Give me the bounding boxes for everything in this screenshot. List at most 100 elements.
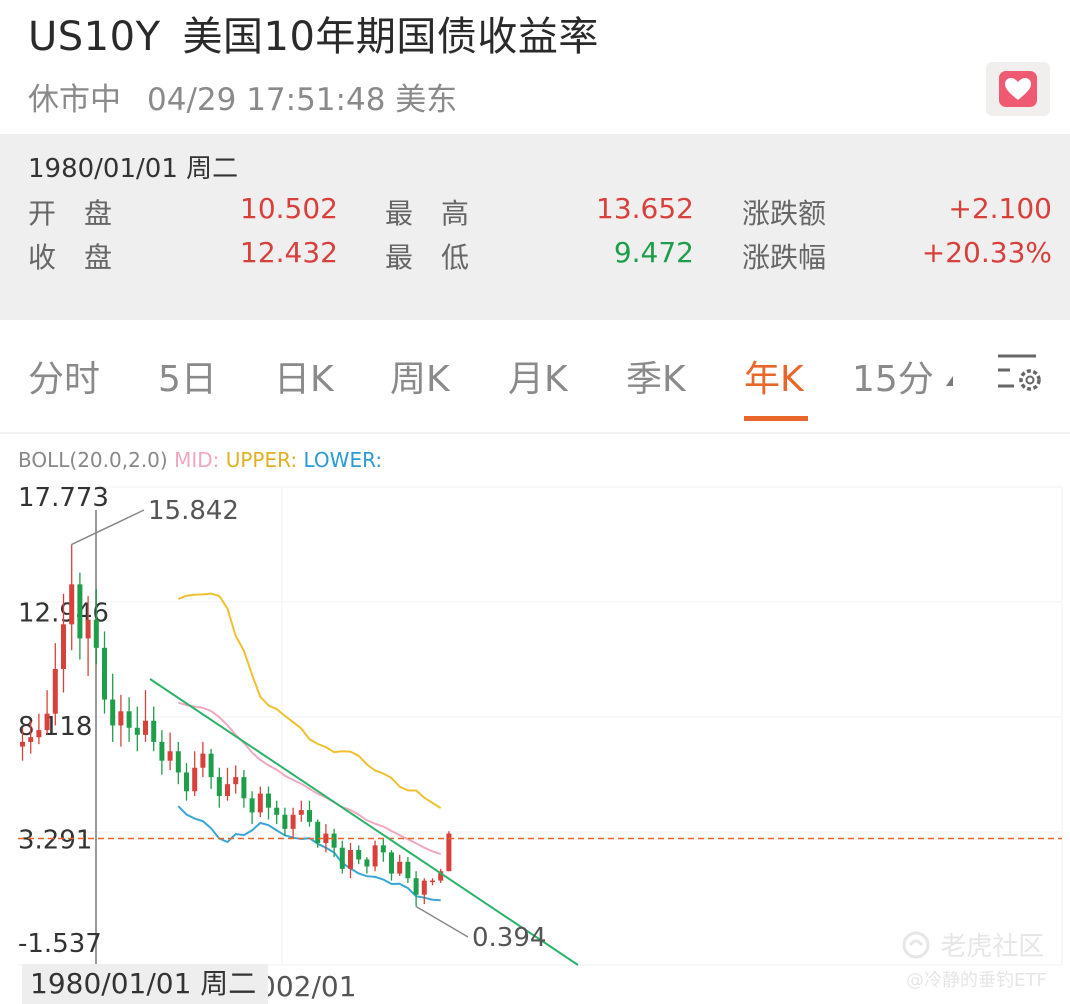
candle: [216, 777, 222, 796]
timestamp: 04/29 17:51:48 美东: [147, 82, 458, 118]
candle: [28, 737, 34, 742]
candle: [430, 880, 435, 883]
candle: [85, 619, 91, 639]
tab-daily-k[interactable]: 日K: [274, 350, 334, 402]
candle: [397, 861, 403, 874]
change-label: 涨跌额: [742, 197, 827, 230]
close-label: 收 盘: [28, 241, 113, 274]
quote-date: 1980/01/01 周二: [28, 154, 239, 184]
tab-quarterly-k[interactable]: 季K: [626, 350, 686, 402]
candle: [69, 584, 75, 625]
candle: [110, 699, 116, 726]
candle: [52, 668, 58, 714]
candle: [184, 772, 189, 792]
market-status: 休市中: [28, 82, 121, 118]
open-label: 开 盘: [28, 197, 113, 230]
tab-weekly-k[interactable]: 周K: [390, 350, 450, 402]
boll-upper-line: [177, 592, 442, 809]
low-value: 9.472: [613, 236, 694, 269]
candle: [315, 821, 321, 843]
watermark-brand: 老虎社区: [902, 926, 1044, 963]
candle: [134, 727, 140, 735]
close-value: 12.432: [240, 236, 338, 269]
mid-legend: MID:: [174, 448, 220, 472]
candle: [389, 852, 394, 874]
change-value: +2.100: [948, 192, 1052, 225]
tab-yearly-k[interactable]: 年K: [744, 350, 804, 402]
change-pct-label: 涨跌幅: [742, 241, 827, 274]
candle: [331, 833, 337, 848]
candle: [118, 711, 124, 726]
tab-monthly-k[interactable]: 月K: [508, 350, 568, 402]
candle: [36, 730, 42, 738]
symbol: US10Y: [28, 14, 161, 60]
candle: [274, 807, 280, 815]
tab-15min[interactable]: 15分: [852, 350, 934, 402]
min-value-label: 0.394: [472, 923, 546, 953]
lower-legend: LOWER:: [303, 448, 383, 472]
instrument-name: 美国10年期国债收益率: [182, 14, 599, 60]
candle: [323, 833, 329, 843]
max-value-label: 15.842: [148, 496, 239, 526]
candle: [348, 850, 353, 869]
active-tab-indicator: [744, 416, 808, 421]
candle: [44, 713, 50, 731]
chart-settings-icon[interactable]: [996, 350, 1046, 396]
candle: [249, 798, 255, 813]
watermark-brand-text: 老虎社区: [940, 932, 1045, 962]
min-callout-line: [415, 905, 469, 938]
upper-legend: UPPER:: [225, 448, 298, 472]
candle: [159, 741, 165, 761]
candle: [102, 647, 107, 700]
candle: [93, 619, 99, 648]
candle: [143, 720, 148, 735]
quote-panel: 1980/01/01 周二 开 盘 10.502 最 高 13.652 涨跌额 …: [0, 134, 1070, 320]
dropdown-triangle-icon: [946, 376, 953, 386]
low-label: 最 低: [385, 241, 470, 274]
candle: [364, 859, 370, 867]
candle: [208, 753, 214, 778]
candle: [175, 751, 181, 773]
candle: [77, 584, 83, 639]
candle: [372, 845, 378, 867]
y-tick-label: 17.773: [18, 483, 109, 513]
candle: [421, 880, 427, 895]
candle: [339, 847, 345, 869]
change-pct-value: +20.33%: [921, 236, 1052, 269]
candle: [405, 861, 411, 879]
candlestick-chart[interactable]: 17.77312.9468.1183.291-1.537 15.8420.394…: [0, 470, 1070, 1004]
candle: [298, 810, 304, 815]
candle: [151, 720, 157, 742]
crosshair-date: 1980/01/01 周二: [22, 964, 268, 1004]
y-tick-label: -1.537: [18, 929, 102, 959]
candle: [20, 741, 25, 747]
candle: [61, 624, 66, 669]
heart-icon: [999, 71, 1037, 107]
tab-intraday[interactable]: 分时: [28, 350, 100, 402]
market-status-line: 休市中 04/29 17:51:48 美东: [28, 74, 483, 119]
candle: [266, 793, 271, 808]
candle: [307, 810, 312, 822]
period-tabs: 分时 5日 日K 周K 月K 季K 年K 15分: [0, 330, 1070, 430]
candle: [380, 845, 386, 853]
watermark-author: @冷静的垂钓ETF: [906, 970, 1047, 991]
candle: [126, 711, 132, 728]
max-callout-line: [71, 509, 145, 546]
x-axis-label: 002/01: [258, 970, 357, 1003]
favorite-button[interactable]: [986, 62, 1050, 116]
candle: [413, 878, 419, 895]
candle: [290, 814, 296, 829]
candle: [356, 850, 362, 860]
candle: [257, 793, 263, 813]
divider: [0, 432, 1070, 434]
tab-5day[interactable]: 5日: [158, 350, 217, 402]
candle: [233, 777, 239, 785]
y-tick-label: 3.291: [18, 825, 92, 855]
high-label: 最 高: [385, 197, 470, 230]
candle: [167, 751, 173, 761]
candle: [200, 753, 206, 768]
candle: [282, 814, 288, 829]
grid: [18, 486, 1063, 966]
candle: [241, 777, 247, 799]
tiger-logo-icon: [902, 931, 930, 959]
